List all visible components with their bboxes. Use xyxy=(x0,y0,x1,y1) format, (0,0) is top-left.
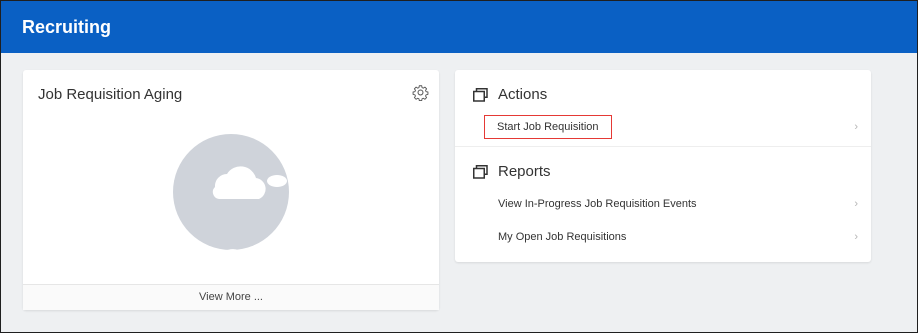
windows-icon xyxy=(473,164,488,179)
section-divider xyxy=(455,146,871,147)
chevron-right-icon: › xyxy=(854,198,858,210)
chevron-right-icon: › xyxy=(854,121,858,133)
empty-state-cloud-illustration xyxy=(167,134,289,250)
view-more-link[interactable]: View More ... xyxy=(23,284,439,310)
start-job-requisition-item[interactable]: Start Job Requisition › xyxy=(484,115,858,139)
page-header: Recruiting xyxy=(1,1,917,53)
reports-section-heading: Reports xyxy=(473,163,551,180)
recruiting-page: Recruiting Job Requisition Aging View Mo… xyxy=(0,0,918,333)
reports-heading-label: Reports xyxy=(498,163,551,180)
view-in-progress-events-label: View In-Progress Job Requisition Events xyxy=(498,198,697,210)
actions-section-heading: Actions xyxy=(473,86,547,103)
aging-card-title: Job Requisition Aging xyxy=(38,86,183,103)
my-open-job-requisitions-item[interactable]: My Open Job Requisitions › xyxy=(484,225,858,249)
view-in-progress-events-item[interactable]: View In-Progress Job Requisition Events … xyxy=(484,192,858,216)
actions-reports-card: Actions Start Job Requisition › Reports … xyxy=(455,70,871,262)
actions-heading-label: Actions xyxy=(498,86,548,103)
start-job-requisition-label: Start Job Requisition xyxy=(484,115,612,139)
my-open-job-requisitions-label: My Open Job Requisitions xyxy=(498,231,627,243)
chevron-right-icon: › xyxy=(854,231,858,243)
windows-icon xyxy=(473,87,488,102)
gear-icon[interactable] xyxy=(412,84,429,101)
job-requisition-aging-card: Job Requisition Aging View More ... xyxy=(23,70,439,310)
page-title: Recruiting xyxy=(22,16,112,37)
